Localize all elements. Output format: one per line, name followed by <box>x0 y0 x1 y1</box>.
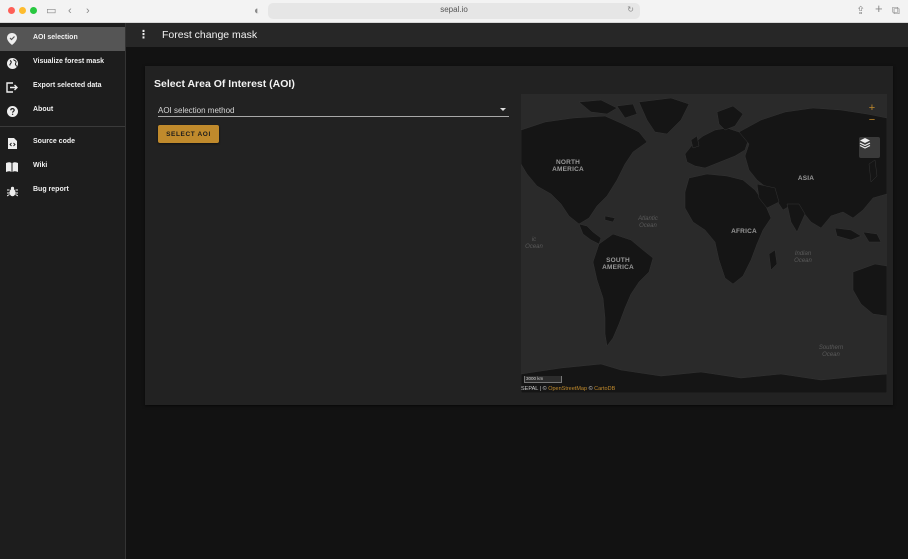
question-icon <box>6 104 18 118</box>
book-icon <box>6 160 18 174</box>
map-view[interactable]: NORTH AMERICA SOUTH AMERICA AFRICA ASIA At… <box>521 94 887 393</box>
reload-icon[interactable]: ↻ <box>627 5 634 14</box>
sidebar-link-label: Source code <box>33 138 76 145</box>
sidebar-item-label: AOI selection <box>33 34 78 41</box>
select-value: AOI selection method <box>158 106 235 115</box>
sidebar-item-label: Export selected data <box>33 82 102 89</box>
zoom-in-button[interactable]: + <box>865 102 879 114</box>
sidebar-item-aoi-selection[interactable]: AOI selection <box>0 27 125 51</box>
layers-icon <box>859 138 871 149</box>
select-aoi-button[interactable]: SELECT AOI <box>158 125 219 143</box>
page-title: Forest change mask <box>162 29 258 41</box>
sidebar-link-source-code[interactable]: Source code <box>0 131 125 155</box>
minimize-window-button[interactable] <box>19 7 26 14</box>
browser-toolbar: ▭ ‹ › ◐ sepal.io ↻ ⇪ + ⧉ <box>0 0 908 23</box>
sidebar-item-visualize-forest-mask[interactable]: Visualize forest mask <box>0 51 125 75</box>
more-vert-icon[interactable]: ⋮ <box>138 28 149 41</box>
layers-button[interactable] <box>859 137 880 158</box>
close-window-button[interactable] <box>8 7 15 14</box>
address-bar[interactable]: sepal.io ↻ <box>268 3 640 19</box>
map-label-atlantic: Atlantic Ocean <box>638 216 658 229</box>
card-title: Select Area Of Interest (AOI) <box>154 78 295 90</box>
map-label-pacific: ic Ocean <box>525 237 543 250</box>
map-pin-icon <box>6 32 18 46</box>
zoom-control: + − <box>865 102 879 126</box>
map-label-asia: ASIA <box>797 175 815 182</box>
attribution-separator: © <box>588 386 593 392</box>
map-label-north-america: NORTH AMERICA <box>552 159 584 173</box>
sidebar: AOI selection Visualize forest mask Expo… <box>0 23 126 559</box>
aoi-method-select[interactable]: AOI selection method <box>158 104 509 117</box>
map-scale: 3000 km <box>524 376 562 383</box>
maximize-window-button[interactable] <box>30 7 37 14</box>
sidebar-item-label: Visualize forest mask <box>33 58 105 65</box>
zoom-out-button[interactable]: − <box>865 114 879 126</box>
sidebar-link-label: Bug report <box>33 186 69 193</box>
cartodb-link[interactable]: CartoDB <box>594 386 615 392</box>
code-file-icon <box>6 136 18 150</box>
forward-icon[interactable]: › <box>86 4 90 18</box>
url-text: sepal.io <box>440 5 468 14</box>
chevron-down-icon <box>500 108 506 111</box>
map-label-indian: Indian Ocean <box>794 251 812 264</box>
share-icon[interactable]: ⇪ <box>856 4 865 18</box>
map-label-africa: AFRICA <box>731 228 757 235</box>
attribution-prefix: SEPAL | © <box>521 386 547 392</box>
map-label-southern: Southern Ocean <box>818 345 844 358</box>
sidebar-divider <box>0 126 125 127</box>
app-bar: ⋮ Forest change mask <box>126 23 908 47</box>
new-tab-icon[interactable]: + <box>875 2 883 16</box>
sidebar-link-wiki[interactable]: Wiki <box>0 155 125 179</box>
bug-icon <box>6 184 18 198</box>
sidebar-link-bug-report[interactable]: Bug report <box>0 179 125 203</box>
back-icon[interactable]: ‹ <box>68 4 72 18</box>
export-icon <box>6 80 18 94</box>
map-attribution: SEPAL | © OpenStreetMap © CartoDB <box>521 386 615 392</box>
sidebar-link-label: Wiki <box>33 162 48 169</box>
sidebar-item-about[interactable]: About <box>0 99 125 123</box>
openstreetmap-link[interactable]: OpenStreetMap <box>548 386 587 392</box>
tabs-overview-icon[interactable]: ⧉ <box>892 4 900 18</box>
globe-icon <box>6 56 18 70</box>
sidebar-toggle-icon[interactable]: ▭ <box>46 4 56 18</box>
aoi-card: Select Area Of Interest (AOI) AOI select… <box>145 66 893 405</box>
sidebar-item-label: About <box>33 106 54 113</box>
sidebar-item-export-selected-data[interactable]: Export selected data <box>0 75 125 99</box>
map-label-south-america: SOUTH AMERICA <box>602 257 634 271</box>
shield-icon[interactable]: ◐ <box>254 4 261 18</box>
